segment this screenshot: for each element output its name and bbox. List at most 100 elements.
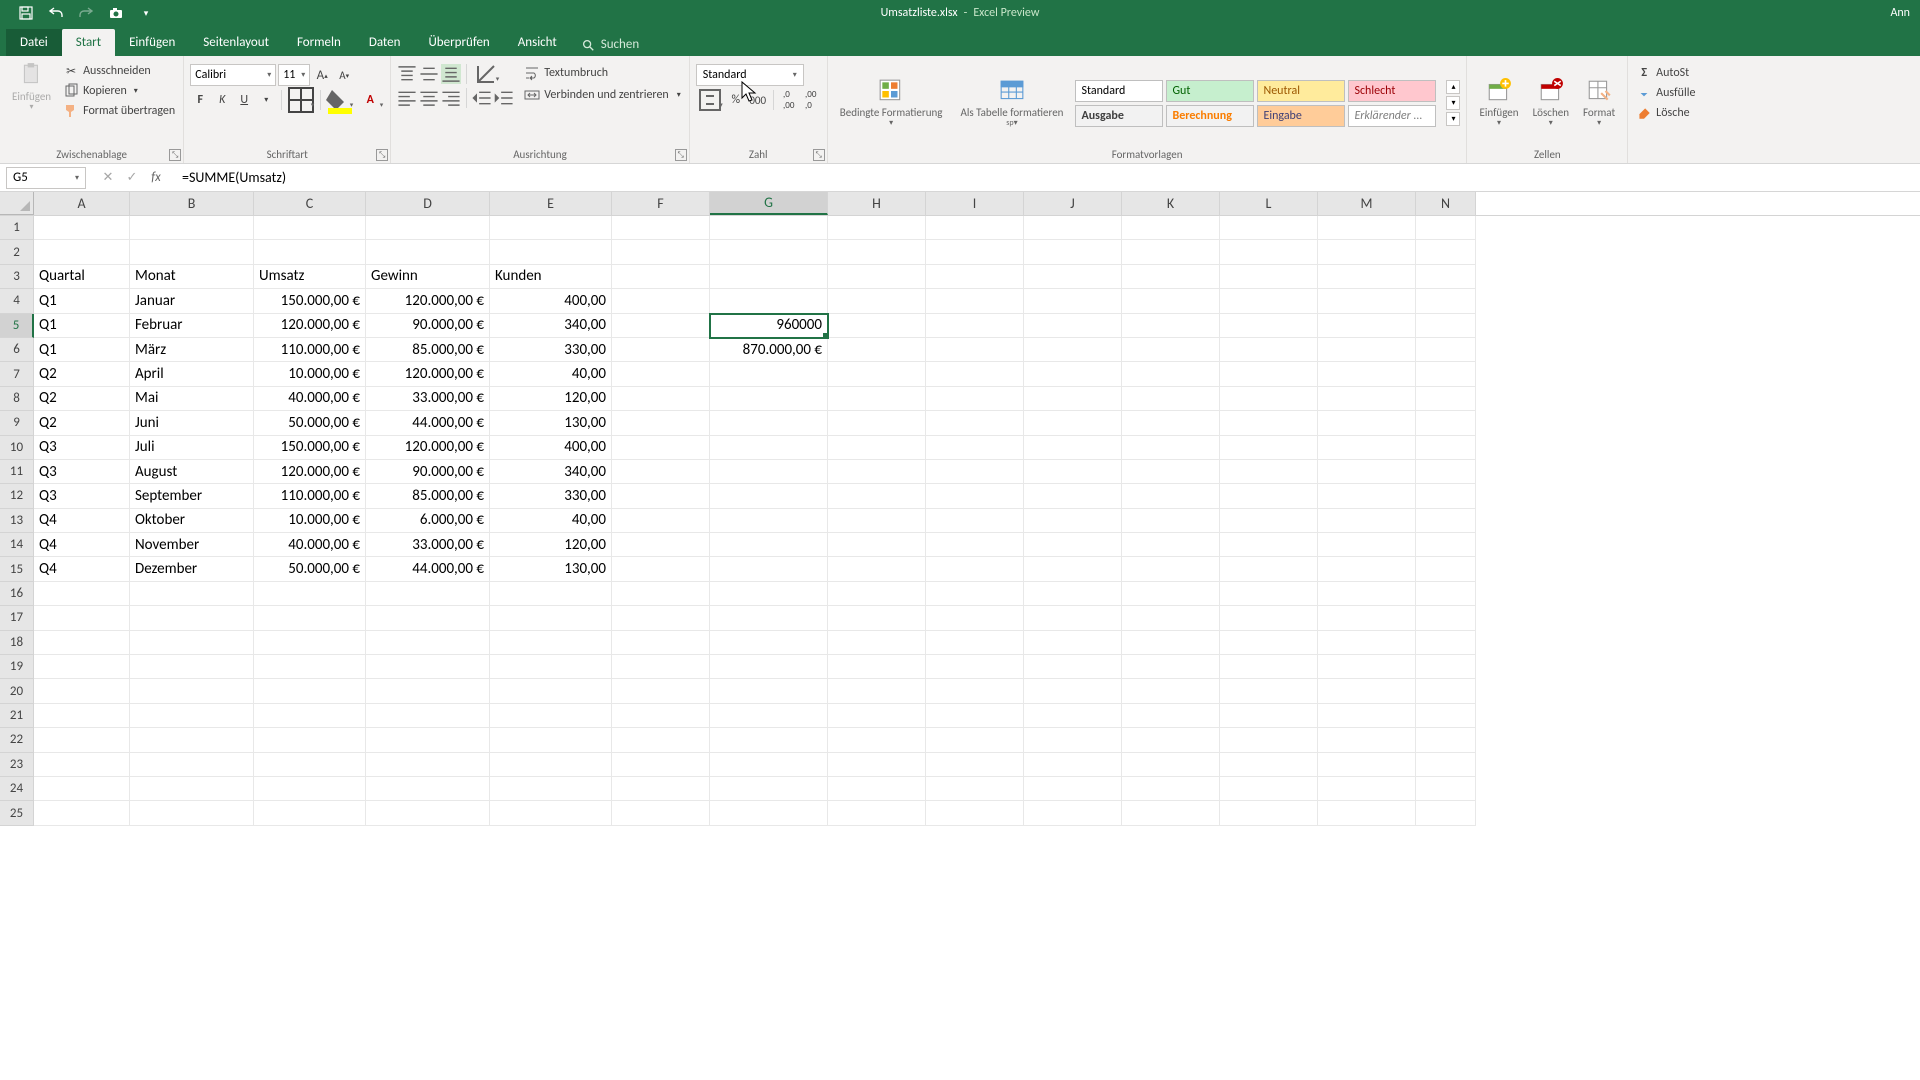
row-header-11[interactable]: 11 bbox=[0, 460, 34, 484]
cell-G18[interactable] bbox=[710, 631, 828, 655]
cell-M3[interactable] bbox=[1318, 265, 1416, 289]
cell-L16[interactable] bbox=[1220, 582, 1318, 606]
cell-C25[interactable] bbox=[254, 801, 366, 825]
cell-A13[interactable]: Q4 bbox=[34, 509, 130, 533]
font-launcher[interactable]: ⤡ bbox=[376, 149, 388, 161]
borders-button[interactable] bbox=[287, 90, 315, 110]
cell-K10[interactable] bbox=[1122, 436, 1220, 460]
cell-E3[interactable]: Kunden bbox=[490, 265, 612, 289]
cell-I22[interactable] bbox=[926, 728, 1024, 752]
cell-L4[interactable] bbox=[1220, 289, 1318, 313]
column-header-C[interactable]: C bbox=[254, 192, 366, 215]
cell-E24[interactable] bbox=[490, 777, 612, 801]
cell-M10[interactable] bbox=[1318, 436, 1416, 460]
camera-icon[interactable] bbox=[108, 5, 124, 21]
cell-C11[interactable]: 120.000,00 € bbox=[254, 460, 366, 484]
cell-N8[interactable] bbox=[1416, 387, 1476, 411]
cell-J22[interactable] bbox=[1024, 728, 1122, 752]
cell-G24[interactable] bbox=[710, 777, 828, 801]
cell-I23[interactable] bbox=[926, 753, 1024, 777]
cell-N11[interactable] bbox=[1416, 460, 1476, 484]
cell-I7[interactable] bbox=[926, 362, 1024, 386]
cell-E10[interactable]: 400,00 bbox=[490, 436, 612, 460]
cell-E16[interactable] bbox=[490, 582, 612, 606]
cell-A19[interactable] bbox=[34, 655, 130, 679]
cell-M11[interactable] bbox=[1318, 460, 1416, 484]
cell-F3[interactable] bbox=[612, 265, 710, 289]
cell-K21[interactable] bbox=[1122, 704, 1220, 728]
enter-formula-button[interactable]: ✓ bbox=[122, 168, 142, 188]
insert-function-button[interactable]: fx bbox=[146, 168, 166, 188]
cell-J24[interactable] bbox=[1024, 777, 1122, 801]
cell-B24[interactable] bbox=[130, 777, 254, 801]
cell-K17[interactable] bbox=[1122, 606, 1220, 630]
cell-G2[interactable] bbox=[710, 240, 828, 264]
cell-C15[interactable]: 50.000,00 € bbox=[254, 557, 366, 581]
cell-I2[interactable] bbox=[926, 240, 1024, 264]
cell-D7[interactable]: 120.000,00 € bbox=[366, 362, 490, 386]
cell-E14[interactable]: 120,00 bbox=[490, 533, 612, 557]
cell-J16[interactable] bbox=[1024, 582, 1122, 606]
cell-E8[interactable]: 120,00 bbox=[490, 387, 612, 411]
cell-N19[interactable] bbox=[1416, 655, 1476, 679]
cell-C13[interactable]: 10.000,00 € bbox=[254, 509, 366, 533]
row-header-12[interactable]: 12 bbox=[0, 484, 34, 508]
cell-C24[interactable] bbox=[254, 777, 366, 801]
cell-N18[interactable] bbox=[1416, 631, 1476, 655]
cell-L7[interactable] bbox=[1220, 362, 1318, 386]
cell-F5[interactable] bbox=[612, 314, 710, 338]
cell-styles-gallery[interactable]: Standard Gut Neutral Schlecht Ausgabe Be… bbox=[1075, 80, 1436, 127]
cell-C17[interactable] bbox=[254, 606, 366, 630]
cell-F4[interactable] bbox=[612, 289, 710, 313]
percent-button[interactable]: % bbox=[726, 90, 746, 110]
cell-J5[interactable] bbox=[1024, 314, 1122, 338]
cell-H25[interactable] bbox=[828, 801, 926, 825]
cell-K5[interactable] bbox=[1122, 314, 1220, 338]
insert-cells-button[interactable]: Einfügen▾ bbox=[1473, 76, 1524, 131]
cell-G22[interactable] bbox=[710, 728, 828, 752]
cell-C10[interactable]: 150.000,00 € bbox=[254, 436, 366, 460]
cell-N25[interactable] bbox=[1416, 801, 1476, 825]
cell-A14[interactable]: Q4 bbox=[34, 533, 130, 557]
cell-I16[interactable] bbox=[926, 582, 1024, 606]
cell-N23[interactable] bbox=[1416, 753, 1476, 777]
cell-D2[interactable] bbox=[366, 240, 490, 264]
cell-C9[interactable]: 50.000,00 € bbox=[254, 411, 366, 435]
cell-F1[interactable] bbox=[612, 216, 710, 240]
column-header-A[interactable]: A bbox=[34, 192, 130, 215]
cell-L25[interactable] bbox=[1220, 801, 1318, 825]
cell-A7[interactable]: Q2 bbox=[34, 362, 130, 386]
tab-view[interactable]: Ansicht bbox=[504, 29, 571, 56]
name-box[interactable]: G5▾ bbox=[6, 167, 86, 189]
cell-D20[interactable] bbox=[366, 679, 490, 703]
conditional-formatting-button[interactable]: Bedingte Formatierung▾ bbox=[834, 76, 949, 131]
cell-G15[interactable] bbox=[710, 557, 828, 581]
cell-B25[interactable] bbox=[130, 801, 254, 825]
cell-G9[interactable] bbox=[710, 411, 828, 435]
cell-C1[interactable] bbox=[254, 216, 366, 240]
alignment-launcher[interactable]: ⤡ bbox=[675, 149, 687, 161]
cell-E11[interactable]: 340,00 bbox=[490, 460, 612, 484]
row-header-15[interactable]: 15 bbox=[0, 557, 34, 581]
cell-B7[interactable]: April bbox=[130, 362, 254, 386]
cell-L1[interactable] bbox=[1220, 216, 1318, 240]
cell-D10[interactable]: 120.000,00 € bbox=[366, 436, 490, 460]
cell-B21[interactable] bbox=[130, 704, 254, 728]
qat-customize-icon[interactable]: ▾ bbox=[138, 5, 154, 21]
cell-G19[interactable] bbox=[710, 655, 828, 679]
cell-C18[interactable] bbox=[254, 631, 366, 655]
row-header-4[interactable]: 4 bbox=[0, 289, 34, 313]
increase-decimal-button[interactable]: ,0,00 bbox=[779, 90, 799, 110]
cell-D15[interactable]: 44.000,00 € bbox=[366, 557, 490, 581]
cell-C7[interactable]: 10.000,00 € bbox=[254, 362, 366, 386]
cell-H10[interactable] bbox=[828, 436, 926, 460]
cell-A11[interactable]: Q3 bbox=[34, 460, 130, 484]
align-left-button[interactable] bbox=[397, 88, 417, 108]
cell-L22[interactable] bbox=[1220, 728, 1318, 752]
cell-L18[interactable] bbox=[1220, 631, 1318, 655]
cell-G14[interactable] bbox=[710, 533, 828, 557]
cell-G13[interactable] bbox=[710, 509, 828, 533]
paste-button[interactable]: Einfügen▾ bbox=[6, 60, 57, 115]
cell-B12[interactable]: September bbox=[130, 484, 254, 508]
cell-N7[interactable] bbox=[1416, 362, 1476, 386]
